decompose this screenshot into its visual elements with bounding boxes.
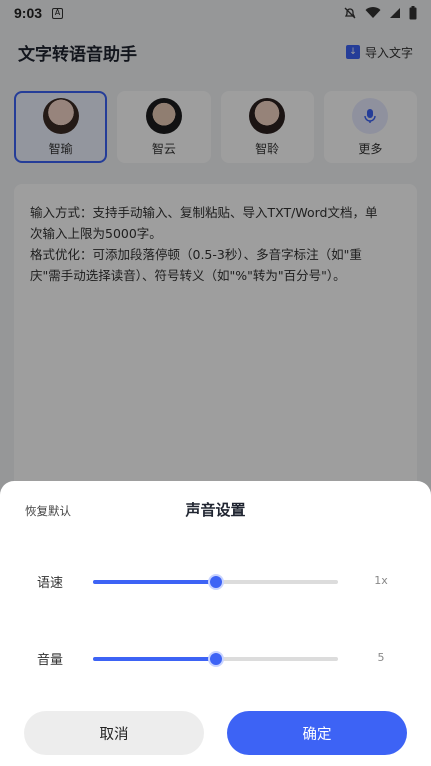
speed-slider[interactable] xyxy=(93,576,338,588)
speed-value: 1x xyxy=(374,574,388,587)
speed-row: 语速 1x xyxy=(0,570,431,594)
speed-slider-fill xyxy=(93,580,216,584)
volume-slider[interactable] xyxy=(93,653,338,665)
volume-label: 音量 xyxy=(37,653,64,668)
sheet-title: 声音设置 xyxy=(185,501,246,519)
cancel-button[interactable]: 取消 xyxy=(24,711,204,755)
speed-label: 语速 xyxy=(37,576,64,591)
voice-settings-sheet: 恢复默认 声音设置 语速 1x 音量 5 取消 确定 xyxy=(0,481,431,766)
confirm-button[interactable]: 确定 xyxy=(227,711,407,755)
volume-slider-thumb[interactable] xyxy=(209,653,222,665)
speed-slider-thumb[interactable] xyxy=(209,576,222,588)
volume-slider-fill xyxy=(93,657,216,661)
volume-value: 5 xyxy=(377,651,385,664)
volume-row: 音量 5 xyxy=(0,647,431,671)
